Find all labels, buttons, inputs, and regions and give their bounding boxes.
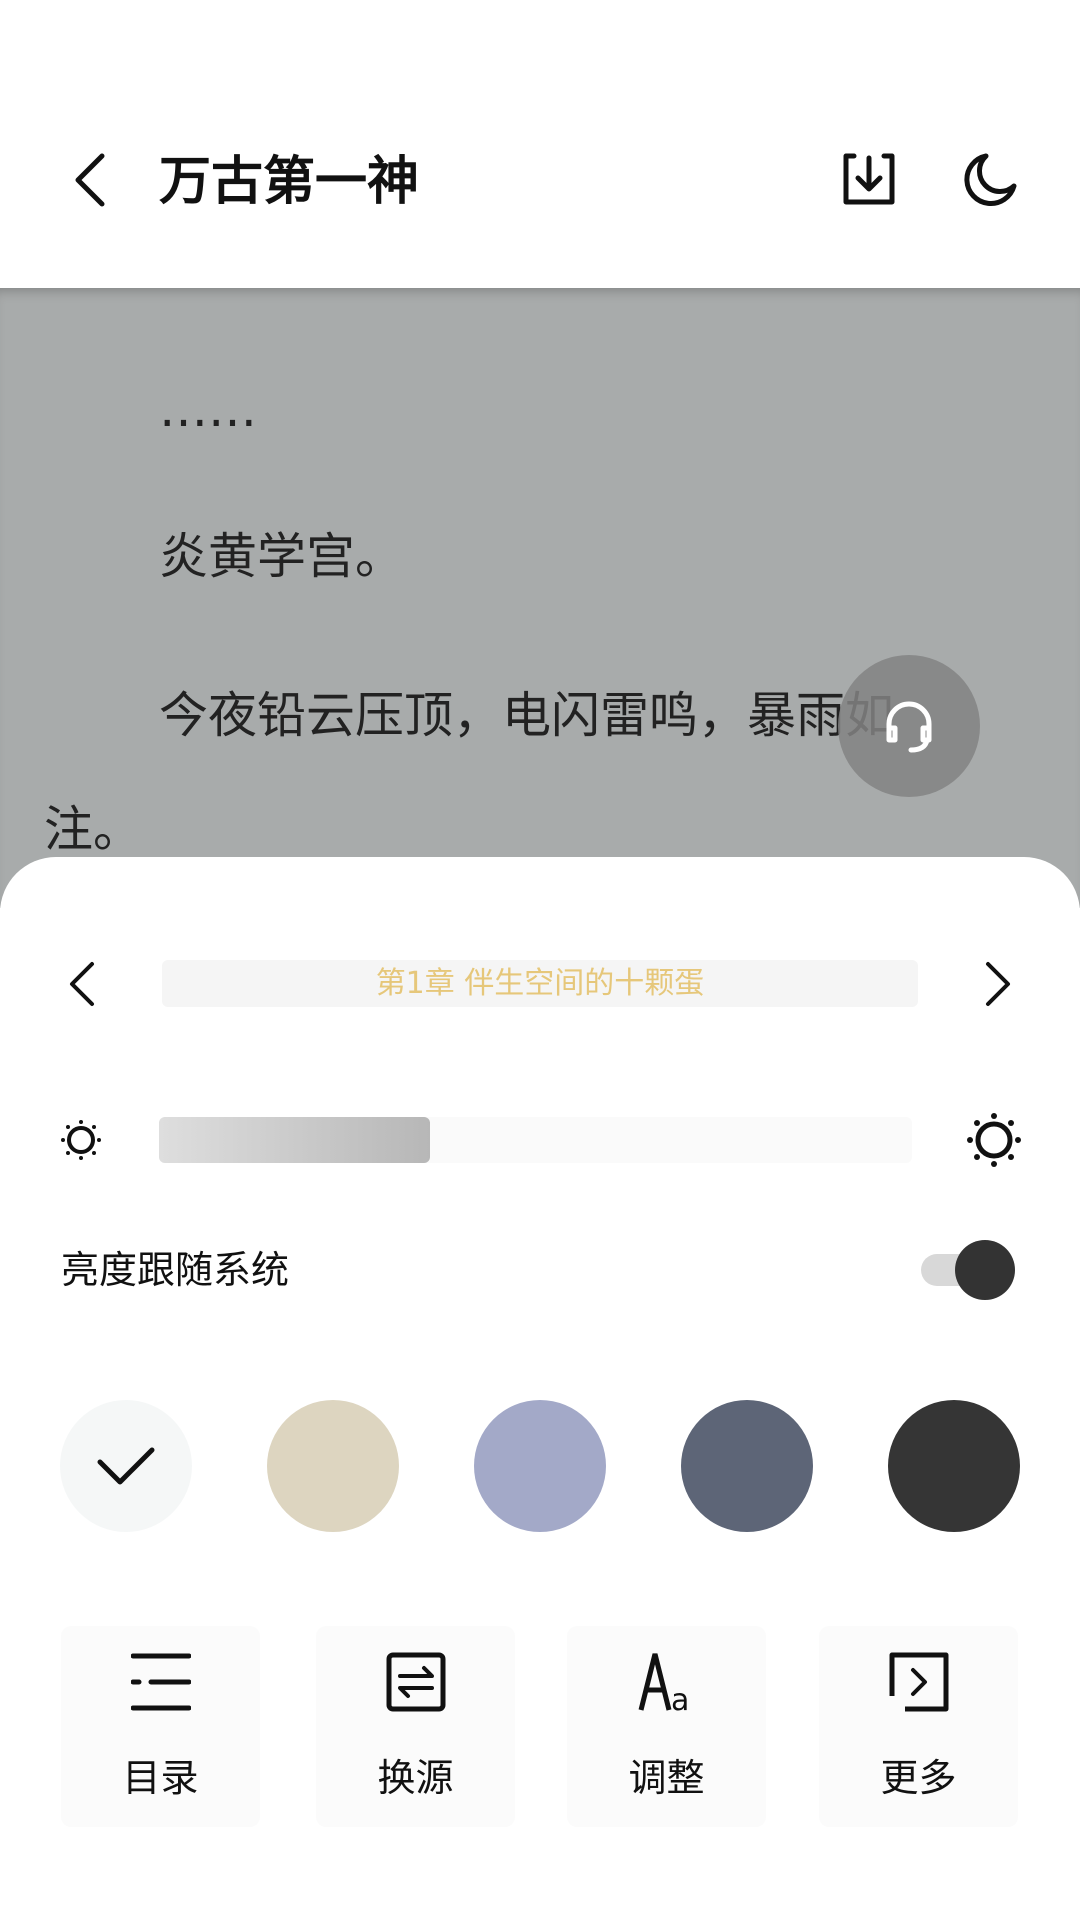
toc-label: 目录: [122, 1756, 199, 1800]
follow-system-label: 亮度跟随系统: [61, 1248, 290, 1292]
svg-text:a: a: [671, 1683, 689, 1712]
text-line: 今夜铅云压顶，电闪雷鸣，暴雨如: [159, 687, 895, 744]
toc-button[interactable]: 目录: [61, 1626, 260, 1827]
theme-swatch[interactable]: [681, 1400, 813, 1532]
more-button[interactable]: 更多: [819, 1626, 1018, 1827]
theme-swatch[interactable]: [267, 1400, 399, 1532]
next-chapter-icon[interactable]: [982, 960, 1014, 1008]
chapter-progress[interactable]: 第1章 伴生空间的十颗蛋: [162, 960, 918, 1007]
theme-swatch[interactable]: [888, 1400, 1020, 1532]
toggle-knob[interactable]: [955, 1240, 1015, 1300]
list-icon: [131, 1653, 191, 1711]
top-bar: 万古第一神: [0, 0, 1080, 288]
headset-icon: [886, 701, 932, 753]
moon-icon[interactable]: [962, 152, 1018, 208]
theme-swatch[interactable]: [60, 1400, 192, 1532]
brightness-fill: [159, 1117, 431, 1163]
check-icon: [97, 1447, 155, 1485]
back-icon[interactable]: [70, 152, 110, 208]
more-label: 更多: [880, 1756, 957, 1800]
book-title: 万古第一神: [159, 152, 420, 212]
text-line: ……: [159, 381, 257, 438]
text-line: 注。: [44, 801, 143, 858]
adjust-button[interactable]: a 调整: [567, 1626, 766, 1827]
more-icon: [889, 1652, 949, 1712]
text-line: 炎黄学宫。: [159, 528, 405, 585]
change-source-label: 换源: [377, 1756, 454, 1800]
download-icon[interactable]: [840, 152, 898, 208]
switch-source-icon: [386, 1652, 446, 1712]
prev-chapter-icon[interactable]: [66, 960, 98, 1008]
brightness-slider[interactable]: [159, 1117, 912, 1163]
font-size-icon: a: [638, 1653, 689, 1712]
brightness-high-icon: [967, 1113, 1021, 1167]
change-source-button[interactable]: 换源: [316, 1626, 515, 1827]
brightness-low-icon: [61, 1120, 101, 1160]
listen-button[interactable]: [838, 655, 980, 797]
reader-content[interactable]: …… 炎黄学宫。 今夜铅云压顶，电闪雷鸣，暴雨如 注。: [0, 288, 1080, 908]
adjust-label: 调整: [628, 1756, 705, 1800]
theme-swatch[interactable]: [474, 1400, 606, 1532]
